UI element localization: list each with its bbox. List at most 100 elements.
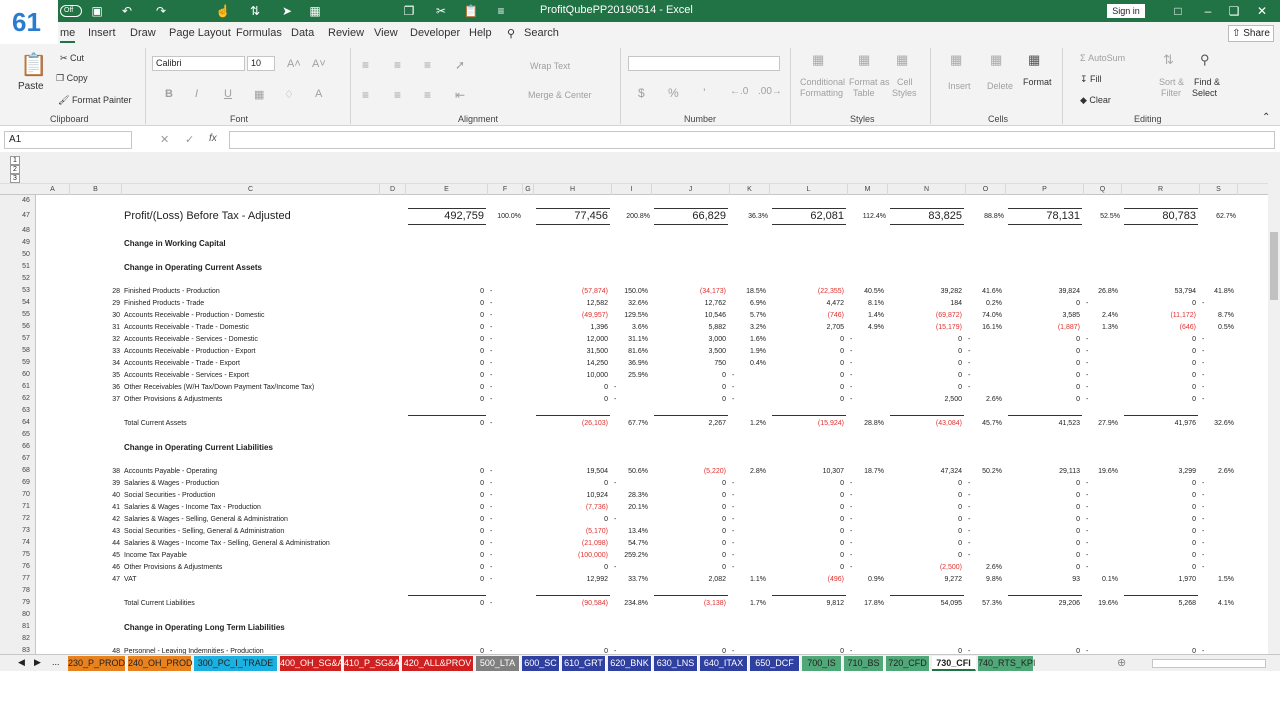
sheet-tab[interactable]: 230_P_PROD	[68, 656, 126, 671]
row-header[interactable]: 83	[16, 645, 36, 654]
search-box[interactable]: Search	[524, 27, 559, 39]
outline-level-3[interactable]: 3	[10, 174, 20, 183]
row-header[interactable]: 65	[16, 429, 36, 441]
decrease-font-icon[interactable]: A˅	[312, 58, 326, 70]
tab-data[interactable]: Data	[291, 27, 314, 39]
tab-draw[interactable]: Draw	[130, 27, 156, 39]
column-header-e[interactable]: E	[406, 184, 488, 195]
sheet-tab[interactable]: 710_BS	[844, 656, 884, 671]
underline-icon[interactable]: U	[224, 88, 232, 100]
fill-color-icon[interactable]: ♢	[284, 88, 294, 101]
sheet-tab[interactable]: 600_SC	[522, 656, 560, 671]
row-header[interactable]: 82	[16, 633, 36, 645]
outline-level-1[interactable]: 1	[10, 156, 20, 165]
formula-input[interactable]	[229, 131, 1275, 149]
align-middle-icon[interactable]: ≡	[394, 58, 401, 72]
row-header[interactable]: 46	[16, 195, 36, 207]
font-size-select[interactable]: 10	[247, 56, 275, 71]
column-header-s[interactable]: S	[1200, 184, 1238, 195]
vertical-scrollbar[interactable]	[1268, 152, 1280, 654]
column-header-d[interactable]: D	[380, 184, 406, 195]
find-select-button[interactable]: Find &	[1194, 77, 1220, 87]
tab-page-layout[interactable]: Page Layout	[169, 27, 231, 39]
row-header[interactable]: 61	[16, 381, 36, 393]
tab-home[interactable]: me	[60, 27, 76, 43]
font-color-icon[interactable]: A	[315, 88, 322, 100]
autosave-toggle[interactable]: Off	[60, 5, 82, 17]
column-header-k[interactable]: K	[730, 184, 770, 195]
italic-icon[interactable]: I	[195, 88, 198, 100]
insert-cells-button[interactable]: Insert	[948, 81, 971, 91]
indent-icon[interactable]: ⇤	[455, 88, 465, 102]
search-icon[interactable]: ⚲	[507, 27, 515, 40]
clear-button[interactable]: ◆ Clear	[1080, 95, 1111, 106]
currency-icon[interactable]: $	[638, 86, 645, 100]
horizontal-scrollbar[interactable]	[1152, 659, 1266, 668]
tab-review[interactable]: Review	[328, 27, 364, 39]
row-header[interactable]: 62	[16, 393, 36, 405]
row-header[interactable]: 54	[16, 297, 36, 309]
row-header[interactable]: 79	[16, 597, 36, 609]
row-header[interactable]: 74	[16, 537, 36, 549]
calculator-icon[interactable]: ▦	[306, 3, 324, 19]
column-header-p[interactable]: P	[1006, 184, 1084, 195]
row-header[interactable]: 71	[16, 501, 36, 513]
tab-developer[interactable]: Developer	[410, 27, 460, 39]
column-header-i[interactable]: I	[612, 184, 652, 195]
sheet-tab[interactable]: 620_BNK	[608, 656, 652, 671]
align-center-icon[interactable]: ≡	[394, 88, 401, 102]
restore-icon[interactable]: ❏	[1226, 3, 1242, 19]
save-icon[interactable]: ▣	[88, 3, 106, 19]
tab-insert[interactable]: Insert	[88, 27, 116, 39]
tab-formulas[interactable]: Formulas	[236, 27, 282, 39]
name-box[interactable]: A1	[4, 131, 132, 149]
sheet-tab[interactable]: 410_P_SG&A	[344, 656, 400, 671]
row-header[interactable]: 56	[16, 321, 36, 333]
sign-in-button[interactable]: Sign in	[1107, 4, 1145, 18]
row-header[interactable]: 60	[16, 369, 36, 381]
decrease-decimal-icon[interactable]: .00→	[758, 86, 782, 97]
sheet-tab[interactable]: 730_CFI	[932, 656, 976, 671]
align-right-icon[interactable]: ≡	[424, 88, 431, 102]
row-header[interactable]: 81	[16, 621, 36, 633]
row-header[interactable]: 78	[16, 585, 36, 597]
column-header-h[interactable]: H	[534, 184, 612, 195]
align-left-icon[interactable]: ≡	[362, 88, 369, 102]
sort-filter-icon[interactable]: ⇅	[1163, 52, 1174, 68]
row-header[interactable]: 77	[16, 573, 36, 585]
format-painter-button[interactable]: 🖌 Format Painter	[58, 95, 131, 106]
ribbon-display-icon[interactable]: □	[1170, 3, 1186, 19]
row-header[interactable]: 67	[16, 453, 36, 465]
column-header-a[interactable]: A	[36, 184, 70, 195]
customize-qa-icon[interactable]: ≡	[492, 3, 510, 19]
cell-styles-icon[interactable]: ▦	[896, 52, 908, 68]
delete-cells-icon[interactable]: ▦	[990, 52, 1002, 68]
row-header[interactable]: 48	[16, 225, 36, 237]
paste-icon[interactable]: 📋	[20, 52, 47, 78]
sheet-tab[interactable]: 300_PC_I_TRADE	[194, 656, 278, 671]
row-header[interactable]: 66	[16, 441, 36, 453]
pin-icon[interactable]: ➤	[278, 3, 296, 19]
format-table-icon[interactable]: ▦	[858, 52, 870, 68]
outline-level-2[interactable]: 2	[10, 165, 20, 174]
column-header-j[interactable]: J	[652, 184, 730, 195]
sheet-tab[interactable]: 610_GRT	[562, 656, 606, 671]
delete-cells-button[interactable]: Delete	[987, 81, 1013, 91]
insert-function-icon[interactable]: fx	[209, 133, 217, 144]
align-top-icon[interactable]: ≡	[362, 58, 369, 72]
row-header[interactable]: 63	[16, 405, 36, 417]
conditional-formatting-icon[interactable]: ▦	[812, 52, 824, 68]
row-header[interactable]: 72	[16, 513, 36, 525]
column-header-m[interactable]: M	[848, 184, 888, 195]
format-cells-icon[interactable]: ▦	[1028, 52, 1040, 68]
align-bottom-icon[interactable]: ≡	[424, 58, 431, 72]
row-header[interactable]: 59	[16, 357, 36, 369]
column-header-o[interactable]: O	[966, 184, 1006, 195]
touch-mode-icon[interactable]: ☝	[214, 3, 232, 19]
fill-button[interactable]: ↧ Fill	[1080, 74, 1102, 85]
sheet-tab[interactable]: 400_OH_SG&A	[280, 656, 344, 671]
sheet-tab[interactable]: 720_CFD	[886, 656, 930, 671]
tab-help[interactable]: Help	[469, 27, 492, 39]
row-header[interactable]: 76	[16, 561, 36, 573]
column-header-g[interactable]: G	[523, 184, 534, 195]
